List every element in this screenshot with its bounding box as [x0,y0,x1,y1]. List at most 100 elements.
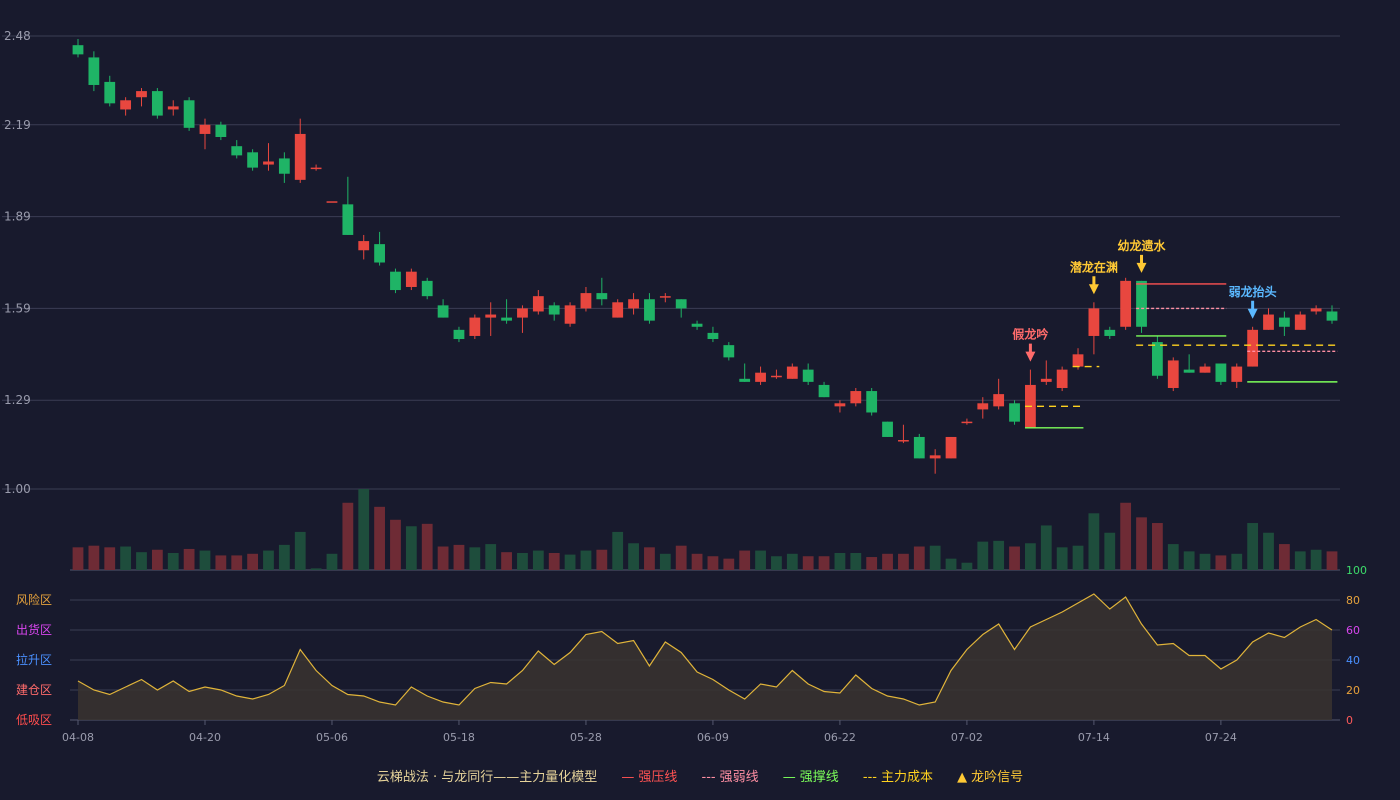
volume-bar [1278,544,1290,570]
volume-bar [485,544,497,570]
candle-body [596,293,608,300]
candle-body [691,323,703,327]
legend-cost-label: 主力成本 [881,770,934,785]
candle-body [929,455,941,459]
volume-bar [675,545,687,570]
candle-body [104,81,116,104]
candle-body [1136,280,1147,327]
legend: 云梯战法 · 与龙同行——主力量化模型 — 强压线 --- 强弱线 — 强撑线 ---… [0,766,1400,785]
candle-body [818,384,830,398]
x-tick-label: 04-20 [189,731,221,744]
volume-bar [834,552,846,570]
candle-body [707,332,719,340]
price-tick-label: 2.19 [4,118,31,132]
candle-body [866,391,878,413]
volume-bar [199,550,211,570]
candle-body [675,299,687,309]
volume-bar [1263,532,1274,570]
candle-body [898,440,909,442]
candle-body [882,421,893,437]
volume-bar [1104,532,1116,570]
volume-bar [723,558,735,570]
legend-pressure[interactable]: — 强压线 [621,766,677,785]
legend-cost[interactable]: --- 主力成本 [863,766,933,785]
candle-body [564,305,576,324]
candle-body [1247,329,1259,367]
candle-body [945,436,957,459]
volume-bar [929,545,941,570]
volume-bar [1151,523,1163,570]
volume-bar [1088,513,1100,570]
pressure-line-icon: — [621,770,635,785]
legend-support[interactable]: — 强撑线 [783,766,839,785]
candle-body [723,345,735,358]
oscillator-tick-label: 60 [1346,624,1360,637]
candle-body [628,299,639,309]
oscillator-zone-label: 低吸区 [16,713,52,727]
legend-weak[interactable]: --- 强弱线 [702,766,759,785]
candle-body [786,366,798,379]
candle-body [167,106,179,110]
volume-bar [263,550,274,570]
candle-body [183,100,195,128]
legend-title: 云梯战法 · 与龙同行——主力量化模型 [376,770,598,785]
cost-line-icon: --- [862,770,877,785]
signal-label: 假龙吟 [1012,327,1048,342]
candle-body [326,201,338,203]
candle-body [1215,363,1227,382]
candle-body [469,317,481,336]
candle-body [771,375,782,378]
volume-bar [644,547,655,570]
volume-bar [374,506,385,570]
candle-body [120,100,132,110]
volume-bar [120,546,132,570]
x-tick-label: 05-28 [570,731,602,744]
price-tick-label: 1.00 [4,482,31,496]
volume-bar [421,523,433,570]
volume-bar [755,550,766,570]
volume-bar [818,556,830,570]
candle-body [501,317,512,321]
volume-bar [1040,525,1052,570]
x-tick-label: 07-02 [951,731,983,744]
candle-body [977,403,989,410]
candle-body [136,91,147,98]
x-tick-label: 07-24 [1205,731,1237,744]
volume-bar [104,547,116,570]
candle-body [310,167,322,170]
volume-bar [88,545,100,570]
legend-signal[interactable]: ▲ 龙吟信号 [957,766,1023,785]
candle-body [1263,314,1274,330]
candle-body [1310,308,1322,312]
legend-support-label: 强撑线 [799,770,839,785]
candle-body [1072,354,1084,367]
candle-body [993,394,1005,407]
oscillator-tick-label: 40 [1346,654,1360,667]
price-tick-label: 2.48 [4,29,31,43]
candle-body [755,372,766,382]
volume-bar [453,544,465,570]
volume-bar [628,543,639,570]
legend-pressure-label: 强压线 [638,770,678,785]
candle-body [802,369,814,382]
oscillator-tick-label: 0 [1346,714,1353,727]
volume-bar [1310,549,1322,570]
signal-label: 潜龙在渊 [1070,259,1118,274]
volume-bar [231,555,243,570]
candle-body [247,152,259,168]
volume-bar [1247,523,1259,570]
volume-bar [659,553,671,570]
price-tick-label: 1.59 [4,301,31,315]
signal-arrow-icon [1088,276,1099,295]
x-tick-label: 07-14 [1078,731,1110,744]
volume-bar [898,553,909,570]
signal-label: 幼龙遗水 [1118,238,1167,253]
candle-body [961,421,973,424]
candle-body [199,124,211,134]
candle-body [374,244,385,263]
candle-body [437,305,449,318]
volume-bar [882,553,893,570]
volume-bar [72,547,84,570]
volume-bar [167,552,179,570]
candle-body [453,329,465,340]
